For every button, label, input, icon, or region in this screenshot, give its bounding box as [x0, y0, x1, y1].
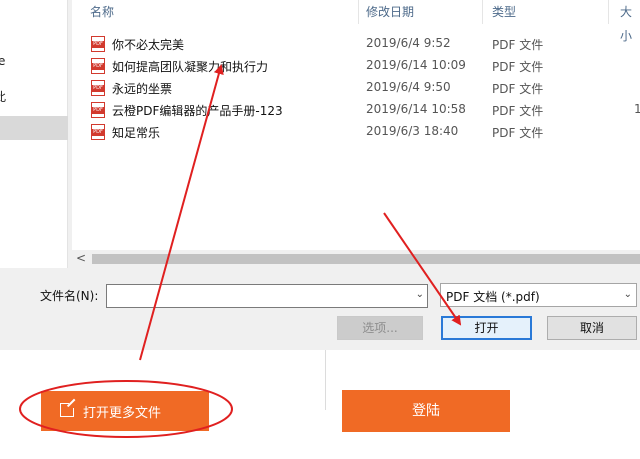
open-button[interactable]: 打开 [441, 316, 532, 340]
arrow-left-icon[interactable]: < [76, 251, 86, 265]
nav-item[interactable]: e [0, 54, 66, 70]
chevron-down-icon[interactable]: ⌄ [416, 289, 424, 300]
pdf-file-icon [91, 80, 105, 96]
file-date: 2019/6/4 9:52 [366, 36, 451, 50]
file-type: PDF 文件 [492, 38, 544, 52]
chevron-down-icon[interactable]: ⌄ [624, 289, 632, 300]
file-row[interactable]: 知足常乐 2019/6/3 18:40 PDF 文件 [72, 121, 640, 143]
nav-item[interactable]: 此 [0, 88, 62, 104]
file-date: 2019/6/14 10:09 [366, 58, 466, 72]
file-open-dialog: e 此 名称 修改日期 类型 大小 你不必太完美 2019/6/4 9:52 P… [0, 0, 640, 350]
open-more-files-label: 打开更多文件 [83, 406, 162, 421]
nav-item-selected[interactable] [0, 116, 68, 140]
pdf-file-icon [91, 102, 105, 118]
horizontal-scrollbar[interactable]: < [72, 250, 640, 268]
file-list: 名称 修改日期 类型 大小 你不必太完美 2019/6/4 9:52 PDF 文… [72, 0, 640, 250]
file-name: 云橙PDF编辑器的产品手册-123 [112, 104, 283, 118]
pdf-file-icon [91, 124, 105, 140]
file-date: 2019/6/3 18:40 [366, 124, 459, 138]
file-date: 2019/6/4 9:50 [366, 80, 451, 94]
column-header-date[interactable]: 修改日期 [366, 0, 414, 24]
column-divider[interactable] [608, 0, 609, 24]
filetype-select[interactable]: PDF 文档 (*.pdf) ⌄ [440, 283, 637, 307]
column-header-name[interactable]: 名称 [90, 0, 114, 24]
file-type: PDF 文件 [492, 60, 544, 74]
filename-label: 文件名(N): [40, 289, 99, 303]
file-name: 知足常乐 [112, 126, 161, 140]
file-size: 1 [634, 102, 640, 116]
file-type: PDF 文件 [492, 126, 544, 140]
open-more-files-button[interactable]: 打开更多文件 [41, 391, 209, 431]
pdf-file-icon [91, 58, 105, 74]
options-button[interactable]: 选项... [337, 316, 423, 340]
pdf-file-icon [91, 36, 105, 52]
login-button[interactable]: 登陆 [342, 390, 510, 432]
column-header-type[interactable]: 类型 [492, 0, 516, 24]
filetype-selected: PDF 文档 (*.pdf) [446, 290, 540, 304]
file-date: 2019/6/14 10:58 [366, 102, 466, 116]
column-divider[interactable] [482, 0, 483, 24]
open-external-icon [60, 400, 77, 417]
file-name: 如何提高团队凝聚力和执行力 [112, 60, 269, 74]
cancel-button[interactable]: 取消 [547, 316, 637, 340]
file-row[interactable]: 如何提高团队凝聚力和执行力 2019/6/14 10:09 PDF 文件 [72, 55, 640, 77]
column-header-size[interactable]: 大小 [620, 0, 640, 43]
file-row[interactable]: 云橙PDF编辑器的产品手册-123 2019/6/14 10:58 PDF 文件… [72, 99, 640, 121]
scrollbar-thumb[interactable] [92, 254, 640, 264]
file-row[interactable]: 你不必太完美 2019/6/4 9:52 PDF 文件 [72, 33, 640, 55]
file-type: PDF 文件 [492, 104, 544, 118]
file-row[interactable]: 永远的坐票 2019/6/4 9:50 PDF 文件 [72, 77, 640, 99]
file-type: PDF 文件 [492, 82, 544, 96]
column-divider[interactable] [358, 0, 359, 24]
file-name: 你不必太完美 [112, 38, 185, 52]
file-name: 永远的坐票 [112, 82, 173, 96]
navigation-pane: e 此 [0, 0, 68, 268]
filename-input[interactable]: ⌄ [106, 284, 428, 308]
divider [325, 350, 326, 410]
